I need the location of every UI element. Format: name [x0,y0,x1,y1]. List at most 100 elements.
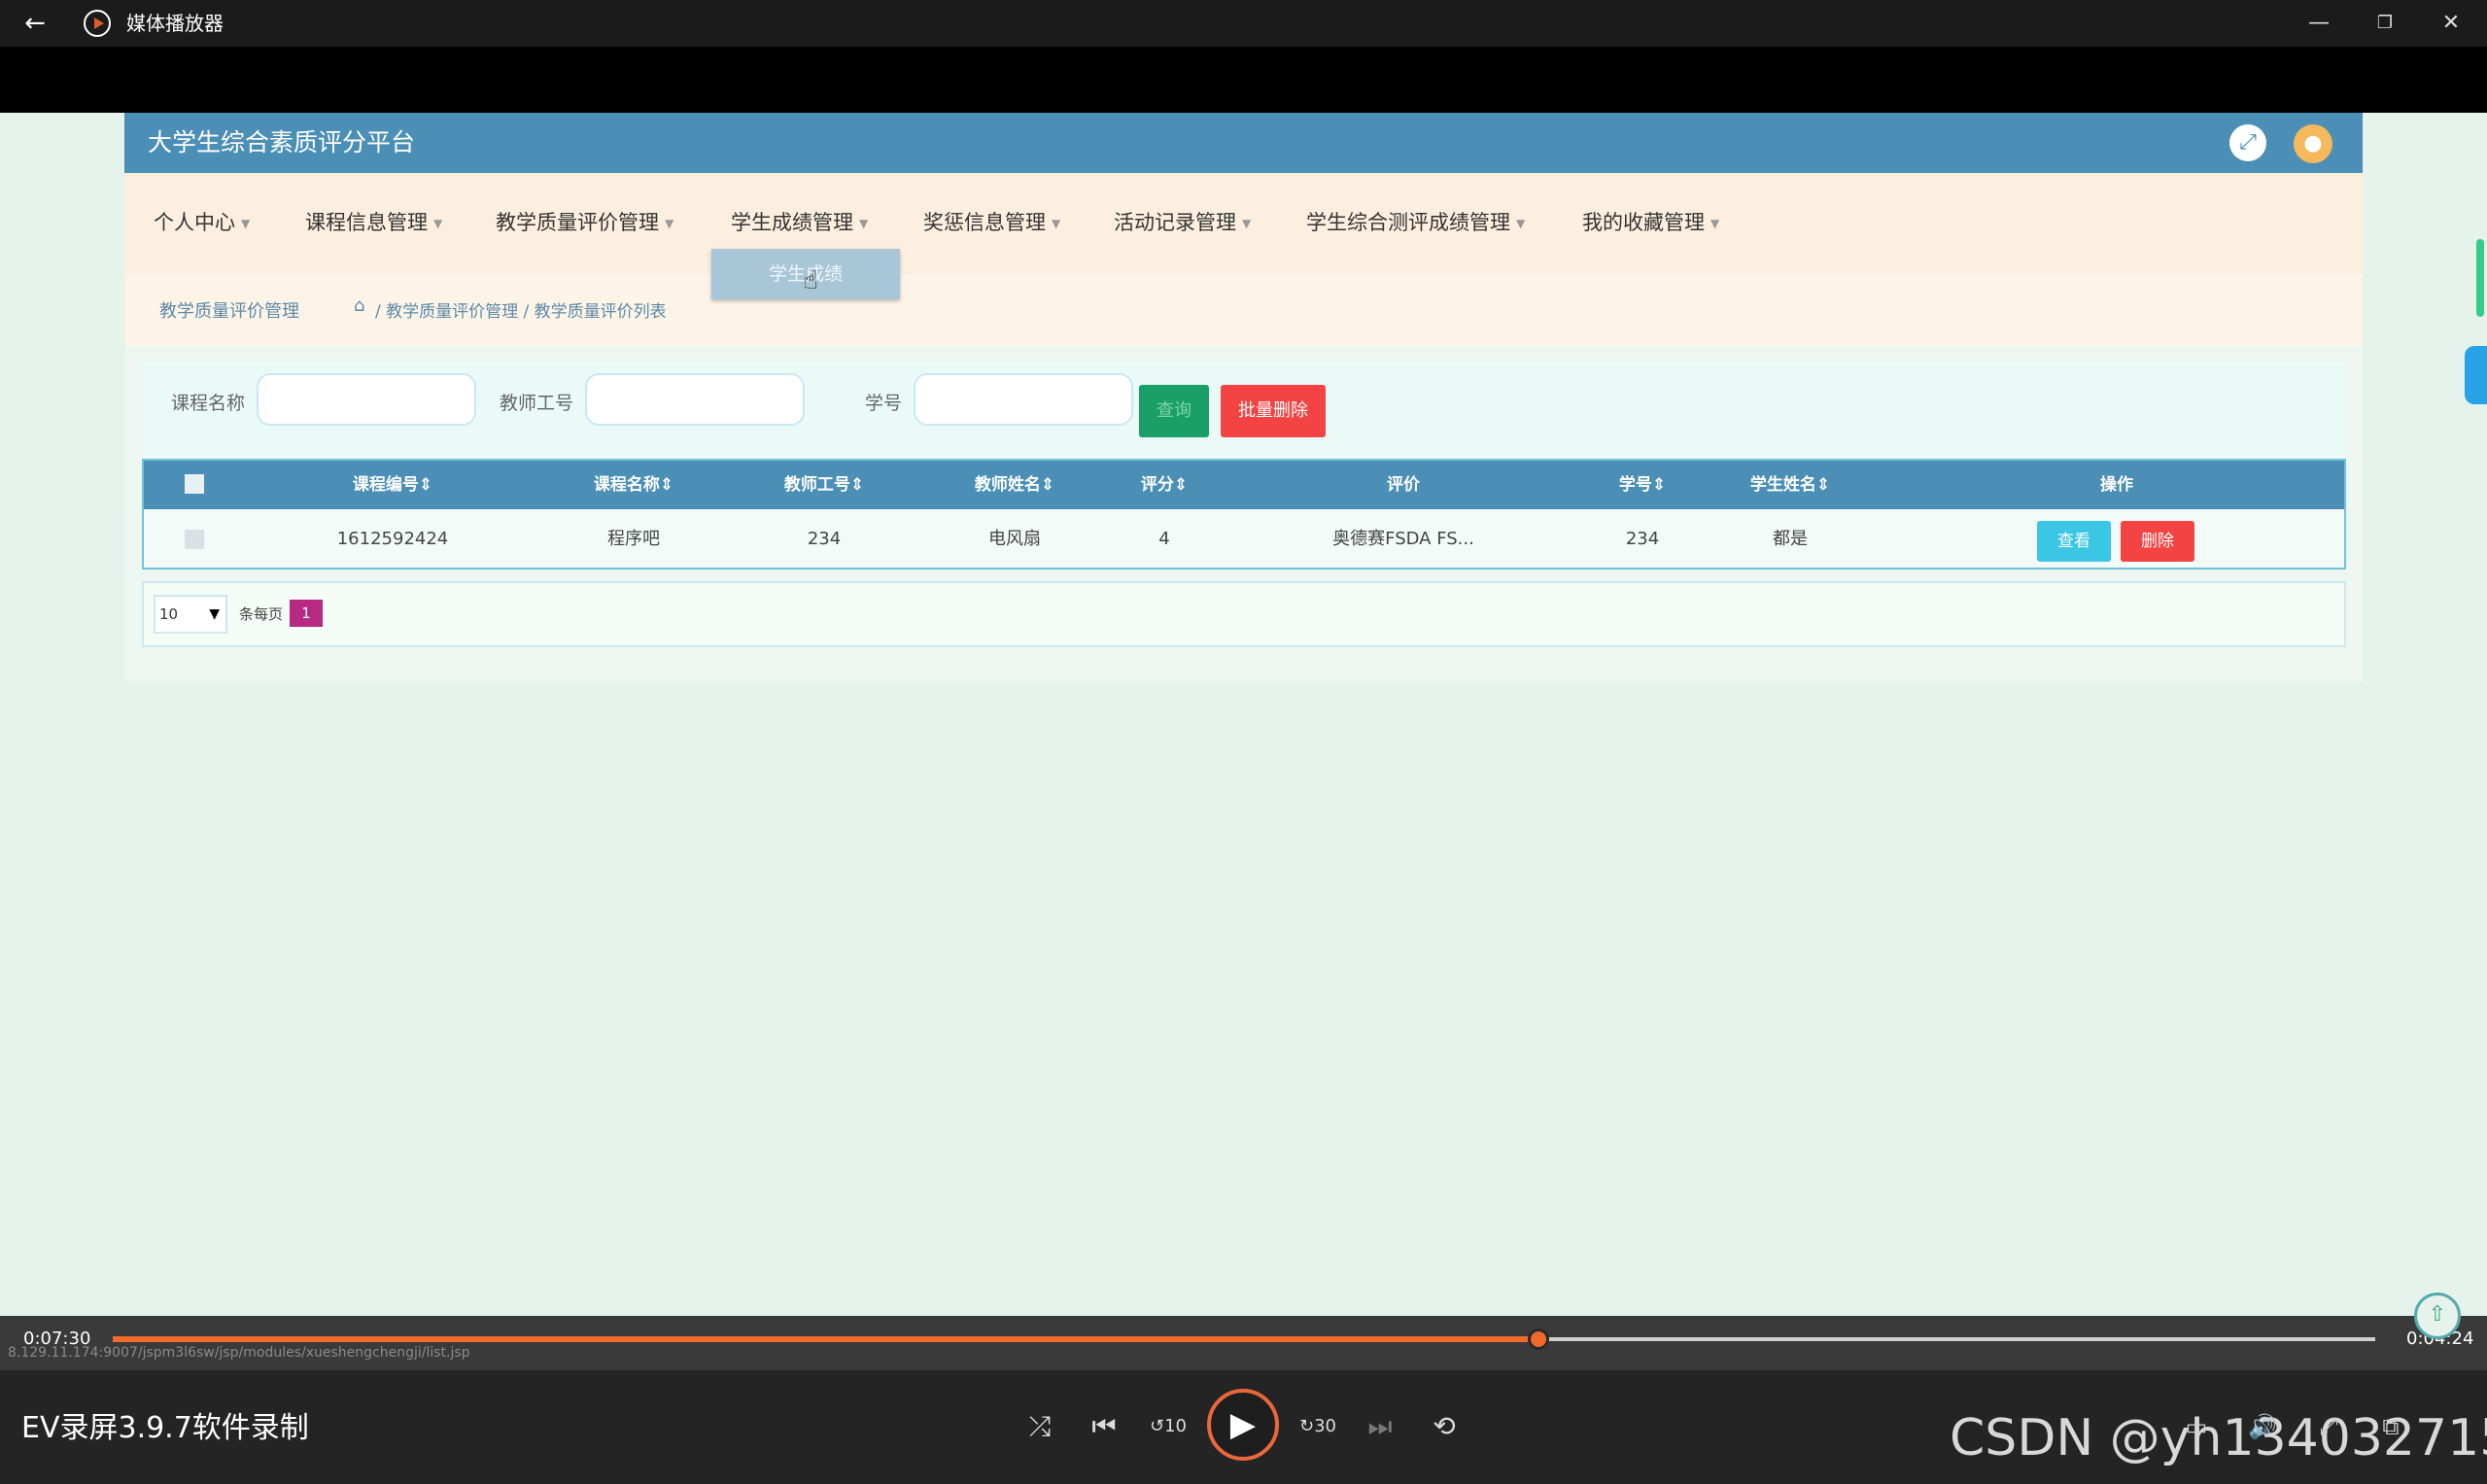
col-student-name[interactable]: 学生姓名⇕ [1750,461,1830,509]
breadcrumb-section[interactable]: 教学质量评价管理 [159,297,299,323]
caret-down-icon: ▼ [1516,217,1526,230]
user-avatar-icon[interactable]: ● [2294,124,2332,163]
nav-label: 学生成绩管理 [731,211,853,234]
rewind-label: 10 [1164,1416,1187,1436]
hand-cursor-icon: ☝ [803,266,818,295]
caret-down-icon: ▼ [665,217,674,230]
nav-label: 学生综合测评成绩管理 [1306,211,1510,234]
student-id-input[interactable] [914,373,1133,426]
course-name-input[interactable] [257,373,476,426]
close-icon[interactable]: ✕ [2422,6,2480,41]
table-header [144,461,2344,509]
nav-item-comprehensive-evaluation[interactable]: 学生综合测评成绩管理 ▼ [1306,208,1525,238]
col-course-id[interactable]: 课程编号⇕ [353,461,432,509]
seek-progress [113,1336,1538,1342]
window-titlebar: ← 媒体播放器 — ❐ ✕ [0,0,2487,47]
cell-score: 4 [1158,529,1170,549]
shuffle-icon[interactable]: ⤮ [1017,1403,1063,1450]
col-student-id[interactable]: 学号⇕ [1619,461,1666,509]
nav-item-student-grades[interactable]: 学生成绩管理 ▼ [731,208,868,238]
nav-label: 奖惩信息管理 [923,211,1046,234]
minimize-icon[interactable]: — [2290,6,2348,41]
nav-item-teaching-evaluation[interactable]: 教学质量评价管理 ▼ [496,208,674,238]
row-checkbox[interactable] [185,530,204,549]
nav-label: 课程信息管理 [305,211,428,234]
nav-item-course-info[interactable]: 课程信息管理 ▼ [305,208,442,238]
forward-30-icon[interactable]: ↻30 [1295,1403,1341,1450]
col-actions: 操作 [2100,475,2133,495]
col-course-name[interactable]: 课程名称⇕ [594,461,674,509]
next-icon[interactable]: ⏭ [1357,1403,1403,1450]
view-button[interactable]: 查看 [2037,521,2111,562]
caret-down-icon: ▼ [1052,217,1061,230]
repeat-icon[interactable]: ⟲ [1421,1403,1468,1450]
nav-label: 教学质量评价管理 [496,211,659,234]
cell-student-id: 234 [1625,529,1660,549]
home-icon[interactable]: ⌂ [354,295,364,316]
col-label: 学号 [1618,475,1652,495]
page-number-button[interactable]: 1 [290,600,323,627]
delete-button[interactable]: 删除 [2121,521,2194,562]
cell-student-name: 都是 [1773,529,1808,549]
col-label: 课程编号 [352,475,419,495]
cell-teacher-name: 电风扇 [988,529,1041,549]
col-teacher-name[interactable]: 教师姓名⇕ [975,461,1054,509]
site-brand: 大学生综合素质评分平台 [148,128,416,156]
nav-item-activity-records[interactable]: 活动记录管理 ▼ [1114,208,1251,238]
sort-icon: ⇕ [1651,475,1667,495]
nav-label: 个人中心 [154,211,235,234]
page-size-value: 10 [159,605,179,623]
fullscreen-toggle-icon[interactable]: ⤢ [2229,124,2266,161]
subtitles-icon[interactable]: ▭ [2177,1407,2216,1446]
course-name-label: 课程名称 [171,393,246,414]
miniplayer-icon[interactable]: ⧉ [2371,1407,2410,1446]
select-all-checkbox[interactable] [185,474,204,494]
caret-down-icon: ▼ [1710,217,1720,230]
col-comment: 评价 [1387,475,1420,495]
breadcrumb-bar: 教学质量评价管理 ⌂ / 教学质量评价管理 / 教学质量评价列表 [124,274,2363,346]
status-url: 8.129.11.174:9007/jspm3l6sw/jsp/modules/… [8,1345,470,1361]
cell-comment: 奥德赛FSDA FS... [1332,529,1474,549]
search-button[interactable]: 查询 [1139,385,1209,437]
breadcrumb-path: / 教学质量评价管理 / 教学质量评价列表 [375,302,667,322]
seek-band [0,1316,2487,1370]
teacher-id-label: 教师工号 [500,393,574,414]
sort-icon: ⇕ [1815,475,1831,495]
upload-icon[interactable]: ⇧ [2414,1293,2461,1339]
col-label: 学生姓名 [1749,475,1816,495]
sort-icon: ⇕ [1173,475,1189,495]
col-score[interactable]: 评分⇕ [1141,461,1188,509]
play-icon[interactable]: ▶ [1207,1389,1279,1461]
nav-item-my-favorites[interactable]: 我的收藏管理 ▼ [1582,208,1719,238]
media-player-app-icon [84,10,111,37]
arrow-left-icon[interactable]: ← [19,8,51,39]
rewind-10-icon[interactable]: ↺10 [1145,1403,1192,1450]
recorder-watermark: EV录屏3.9.7软件录制 [21,1411,309,1445]
nav-item-personal-center[interactable]: 个人中心 ▼ [154,208,250,238]
chevron-down-icon: ▼ [209,606,220,622]
video-letterbox [0,47,2487,113]
caret-down-icon: ▼ [241,217,251,230]
restore-icon[interactable]: ❐ [2356,6,2414,41]
fullscreen-icon[interactable]: ⤢ [2309,1407,2348,1446]
nav-item-rewards-penalties[interactable]: 奖惩信息管理 ▼ [923,208,1060,238]
previous-icon[interactable]: ⏮ [1081,1403,1127,1450]
caret-down-icon: ▼ [1242,217,1252,230]
sort-icon: ⇕ [1040,475,1055,495]
col-label: 教师工号 [783,475,850,495]
sort-icon: ⇕ [849,475,865,495]
nav-label: 我的收藏管理 [1582,211,1705,234]
main-nav: 个人中心 ▼ 课程信息管理 ▼ 教学质量评价管理 ▼ 学生成绩管理 ▼ 奖惩信息管理 ▼ … [124,173,2363,274]
page-size-select[interactable]: 10 ▼ [154,595,227,634]
volume-icon[interactable]: 🔊 [2243,1407,2282,1446]
side-float-tab[interactable] [2465,346,2487,404]
cell-course-id: 1612592424 [336,529,449,549]
page-scrollbar[interactable] [2476,239,2484,317]
student-id-label: 学号 [865,393,903,414]
sort-icon: ⇕ [418,475,433,495]
seek-thumb[interactable] [1528,1329,1549,1350]
batch-delete-button[interactable]: 批量删除 [1221,385,1326,437]
teacher-id-input[interactable] [585,373,805,426]
per-page-label: 条每页 [239,605,284,623]
col-teacher-id[interactable]: 教师工号⇕ [784,461,864,509]
